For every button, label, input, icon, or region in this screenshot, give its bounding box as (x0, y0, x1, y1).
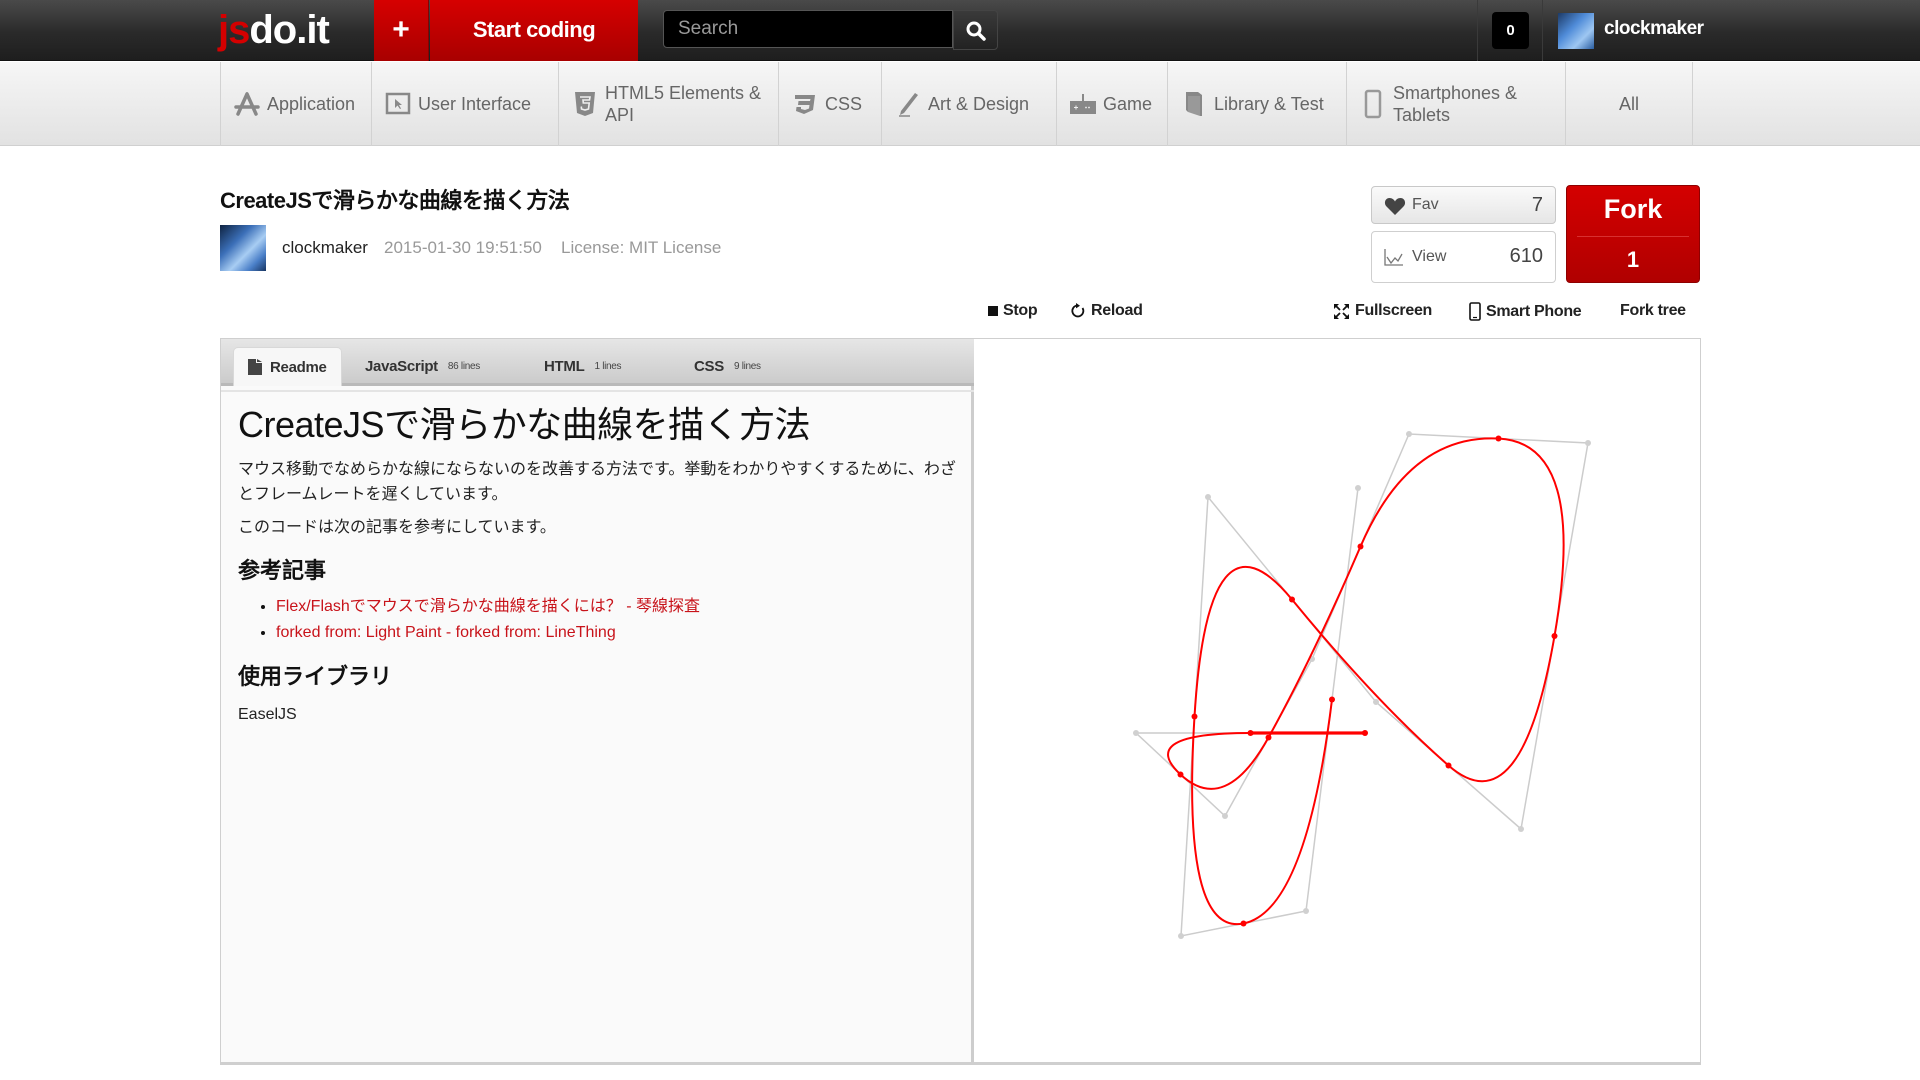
libs-heading: 使用ライブラリ (238, 664, 393, 689)
refs-heading: 参考記事 (238, 558, 327, 583)
author-link[interactable]: clockmaker (282, 238, 368, 258)
smoothed-curve (1167, 437, 1565, 926)
curve-anchor-point (1191, 713, 1198, 720)
guide-point (1178, 933, 1184, 939)
guide-point (1222, 813, 1228, 819)
curve-anchor-point (1445, 762, 1452, 769)
fullscreen-button[interactable]: Fullscreen (1333, 302, 1432, 320)
curve-anchor-point (1357, 543, 1364, 550)
curve-anchor-point (1495, 435, 1502, 442)
preview-canvas[interactable] (977, 339, 1700, 1062)
category-library-test[interactable]: Library & Test (1167, 62, 1346, 146)
line-chart-icon (1384, 248, 1404, 271)
curve-anchor-point (1247, 730, 1254, 736)
fork-button[interactable]: Fork 1 (1566, 185, 1700, 283)
fork-count: 1 (1626, 247, 1640, 272)
curve-anchor-point (1240, 920, 1247, 927)
reference-link[interactable]: forked from: Light Paint - forked from: … (276, 620, 958, 646)
curve-anchor-point (1551, 633, 1558, 639)
category-smartphones[interactable]: Smartphones & Tablets (1346, 62, 1565, 146)
divider (1542, 0, 1543, 61)
user-avatar[interactable] (1558, 13, 1594, 49)
user-menu[interactable]: clockmaker (1604, 18, 1704, 40)
readme-reference-note: このコードは次の記事を参考にしています。 (238, 519, 556, 536)
pen-icon (894, 90, 922, 118)
tab-html[interactable]: HTML 1 lines (530, 347, 635, 386)
guide-point (1205, 494, 1211, 500)
heart-icon (1384, 196, 1406, 221)
mouse-path-guide (1134, 433, 1589, 937)
guide-point (1406, 431, 1412, 437)
guide-point (1373, 699, 1379, 705)
category-art-design[interactable]: Art & Design (881, 62, 1056, 146)
document-icon (248, 359, 262, 375)
fav-count: 7 (1531, 194, 1543, 216)
tab-css[interactable]: CSS 9 lines (680, 347, 775, 386)
plus-icon[interactable]: + (374, 0, 429, 61)
category-css[interactable]: CSS (778, 62, 881, 146)
search-icon (966, 21, 986, 41)
author-avatar[interactable] (220, 225, 266, 271)
guide-point (1355, 485, 1361, 491)
category-html5[interactable]: HTML5 Elements & API (558, 62, 778, 146)
category-user-interface[interactable]: User Interface (371, 62, 558, 146)
search-button[interactable] (953, 10, 998, 50)
category-application[interactable]: Application (220, 62, 371, 146)
gamepad-icon (1069, 90, 1097, 118)
smartphone-icon (1469, 302, 1481, 321)
editor-panel: Readme JavaScript 86 lines HTML 1 lines … (220, 338, 1701, 1065)
curve-anchor-point (1265, 734, 1272, 741)
curve-anchor-point (1329, 696, 1335, 703)
divider (1577, 236, 1689, 237)
fullscreen-icon (1333, 303, 1350, 320)
curve-anchor-point (1177, 771, 1184, 778)
guide-point (1518, 826, 1524, 832)
notification-badge[interactable]: 0 (1492, 12, 1529, 49)
fav-button[interactable]: Fav 7 (1371, 186, 1556, 224)
category-all[interactable]: All (1565, 62, 1693, 146)
guide-point (1303, 908, 1309, 914)
project-title: CreateJSで滑らかな曲線を描く方法 (220, 188, 570, 213)
reference-link[interactable]: Flex/Flashでマウスで滑らかな曲線を描くには？ - 琴線探査 (276, 594, 958, 620)
cursor-window-icon (384, 90, 412, 118)
stop-button[interactable]: Stop (988, 302, 1038, 320)
guide-point (1133, 730, 1139, 736)
tab-javascript[interactable]: JavaScript 86 lines (351, 347, 494, 386)
jsdoit-logo[interactable]: jsdo.it (218, 6, 330, 54)
curve-anchor-point (1362, 730, 1368, 736)
reload-button[interactable]: Reload (1070, 302, 1143, 320)
library-name: EaselJS (238, 706, 297, 723)
drawing-canvas[interactable] (977, 339, 1701, 1063)
curve-anchor-point (1289, 596, 1295, 603)
readme-content: CreateJSで滑らかな曲線を描く方法 マウス移動でなめらかな線にならないのを… (238, 403, 958, 727)
category-nav: Application User Interface HTML5 Element… (0, 62, 1920, 146)
smartphone-button[interactable]: Smart Phone (1469, 302, 1582, 321)
stop-icon (988, 306, 998, 316)
search-input[interactable] (663, 10, 953, 48)
reload-icon (1070, 303, 1086, 319)
readme-heading: CreateJSで滑らかな曲線を描く方法 (238, 404, 811, 445)
post-date: 2015-01-30 19:51:50 (384, 238, 542, 257)
view-counter: View 610 (1371, 231, 1556, 283)
html5-icon (571, 90, 599, 118)
tab-readme[interactable]: Readme (233, 347, 342, 386)
book-icon (1180, 90, 1208, 118)
guide-point (1585, 440, 1591, 446)
readme-pane: Readme JavaScript 86 lines HTML 1 lines … (221, 339, 974, 1062)
license-label: License: MIT License (561, 238, 722, 257)
category-game[interactable]: Game (1056, 62, 1167, 146)
css3-icon (791, 90, 819, 118)
fork-tree-link[interactable]: Fork tree (1620, 302, 1686, 320)
divider (1477, 0, 1478, 61)
view-count: 610 (1509, 245, 1543, 267)
divider (221, 390, 974, 392)
app-store-icon (233, 90, 261, 118)
start-coding-button[interactable]: Start coding (430, 0, 638, 61)
top-bar: jsdo.it + Start coding 0 clockmaker (0, 0, 1920, 61)
readme-intro: マウス移動でなめらかな線にならないのを改善する方法です。挙動をわかりやすくするた… (238, 461, 956, 503)
smartphone-icon (1359, 89, 1387, 119)
reference-list: Flex/Flashでマウスで滑らかな曲線を描くには？ - 琴線探査 forke… (276, 594, 958, 646)
code-tabs: Readme JavaScript 86 lines HTML 1 lines … (221, 339, 974, 386)
